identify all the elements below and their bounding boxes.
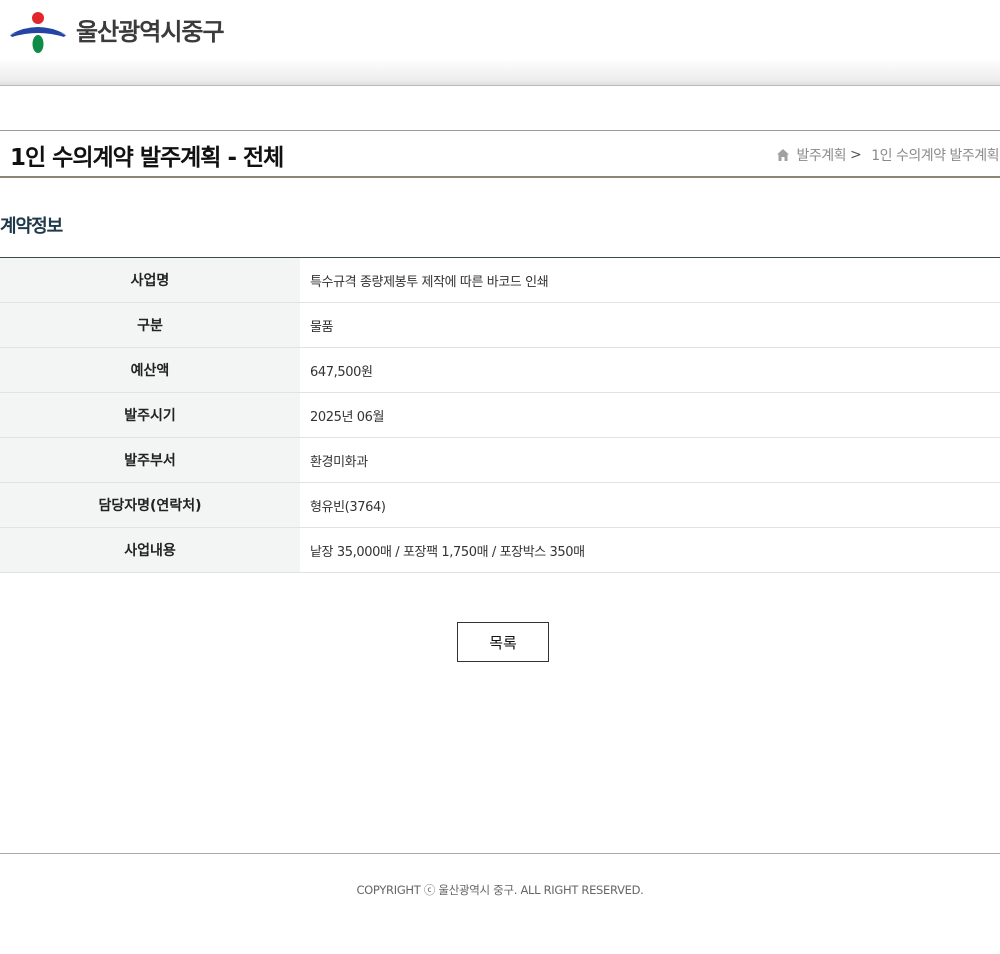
page-title: 1인 수의계약 발주계획 - 전체: [10, 145, 284, 171]
site-footer: COPYRIGHT ⓒ 울산광역시 중구. ALL RIGHT RESERVED…: [0, 853, 1000, 954]
row-label: 발주부서: [0, 437, 300, 483]
site-logo[interactable]: 울산광역시중구: [10, 10, 225, 54]
row-label: 예산액: [0, 347, 300, 393]
list-button[interactable]: 목록: [457, 622, 549, 662]
breadcrumb-item-current[interactable]: 1인 수의계약 발주계획: [871, 145, 999, 165]
row-value: 2025년 06월: [300, 392, 1000, 438]
row-label: 발주시기: [0, 392, 300, 438]
breadcrumb-separator: >: [850, 147, 862, 163]
logo-text: 울산광역시중구: [76, 18, 225, 46]
row-value: 환경미화과: [300, 437, 1000, 483]
table-row: 구분 물품: [0, 302, 1000, 348]
row-label: 담당자명(연락처): [0, 482, 300, 528]
breadcrumb: 발주계획 > 1인 수의계약 발주계획: [776, 145, 999, 165]
row-label: 사업내용: [0, 527, 300, 573]
row-label: 구분: [0, 302, 300, 348]
row-value: 647,500원: [300, 347, 1000, 393]
table-row: 담당자명(연락처) 형유빈(3764): [0, 482, 1000, 528]
row-value: 형유빈(3764): [300, 482, 1000, 528]
row-value: 특수규격 종량제봉투 제작에 따른 바코드 인쇄: [300, 257, 1000, 303]
table-row: 발주시기 2025년 06월: [0, 392, 1000, 438]
copyright-text: COPYRIGHT ⓒ 울산광역시 중구. ALL RIGHT RESERVED…: [356, 883, 644, 897]
table-row: 사업명 특수규격 종량제봉투 제작에 따른 바코드 인쇄: [0, 257, 1000, 303]
ulsan-junggu-emblem-icon: [10, 12, 66, 53]
row-value: 물품: [300, 302, 1000, 348]
row-value: 낱장 35,000매 / 포장팩 1,750매 / 포장박스 350매: [300, 527, 1000, 573]
row-label: 사업명: [0, 257, 300, 303]
table-row: 예산액 647,500원: [0, 347, 1000, 393]
section-title-contract-info: 계약정보: [0, 216, 63, 237]
site-header: 울산광역시중구: [0, 0, 1000, 86]
contract-info-table: 사업명 특수규격 종량제봉투 제작에 따른 바코드 인쇄 구분 물품 예산액 6…: [0, 257, 1000, 573]
breadcrumb-item-order-plan[interactable]: 발주계획: [797, 145, 847, 165]
home-icon[interactable]: [776, 148, 790, 162]
table-row: 사업내용 낱장 35,000매 / 포장팩 1,750매 / 포장박스 350매: [0, 527, 1000, 573]
page-title-bar: 1인 수의계약 발주계획 - 전체 발주계획 > 1인 수의계약 발주계획: [0, 130, 1000, 178]
table-row: 발주부서 환경미화과: [0, 437, 1000, 483]
